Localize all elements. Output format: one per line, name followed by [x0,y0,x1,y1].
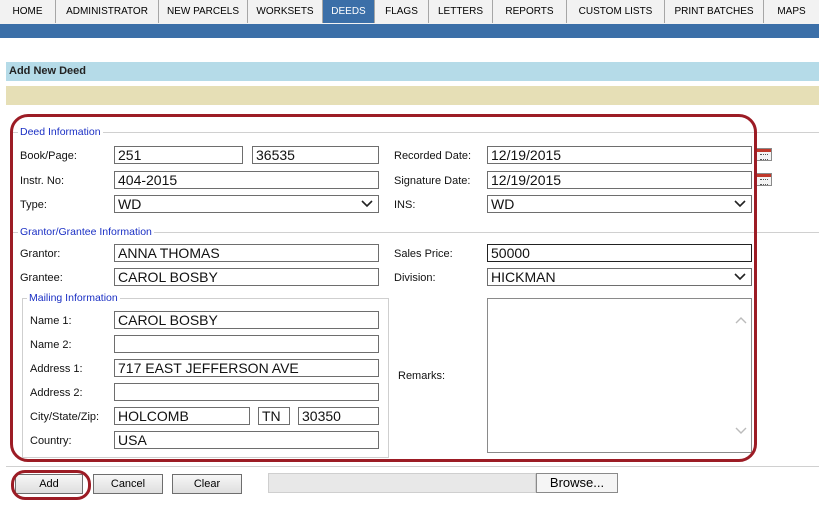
tab-deeds[interactable]: DEEDS [323,0,375,23]
add-button-highlight-outline [11,470,91,500]
tab-administrator[interactable]: ADMINISTRATOR [56,0,159,23]
tab-custom-lists[interactable]: CUSTOM LISTS [567,0,665,23]
tab-letters[interactable]: LETTERS [429,0,493,23]
recorded-date-calendar-icon[interactable] [756,148,772,161]
tab-flags[interactable]: FLAGS [375,0,429,23]
signature-date-calendar-icon[interactable] [756,173,772,186]
form-divider [6,466,819,467]
tab-home[interactable]: HOME [0,0,56,23]
tab-maps[interactable]: MAPS [764,0,819,23]
tab-new-parcels[interactable]: NEW PARCELS [159,0,248,23]
tab-print-batches[interactable]: PRINT BATCHES [665,0,764,23]
form-highlight-outline [10,114,757,462]
clear-button[interactable]: Clear [172,474,242,494]
main-nav: HOME ADMINISTRATOR NEW PARCELS WORKSETS … [0,0,819,25]
page-title-bar: Add New Deed [6,62,819,81]
tab-worksets[interactable]: WORKSETS [248,0,323,23]
nav-underline-bar [0,24,819,38]
page-title: Add New Deed [9,65,87,77]
tab-reports[interactable]: REPORTS [493,0,567,23]
file-path-field[interactable] [268,473,536,493]
browse-button[interactable]: Browse... [536,473,618,493]
message-bar [6,86,819,105]
cancel-button[interactable]: Cancel [93,474,163,494]
